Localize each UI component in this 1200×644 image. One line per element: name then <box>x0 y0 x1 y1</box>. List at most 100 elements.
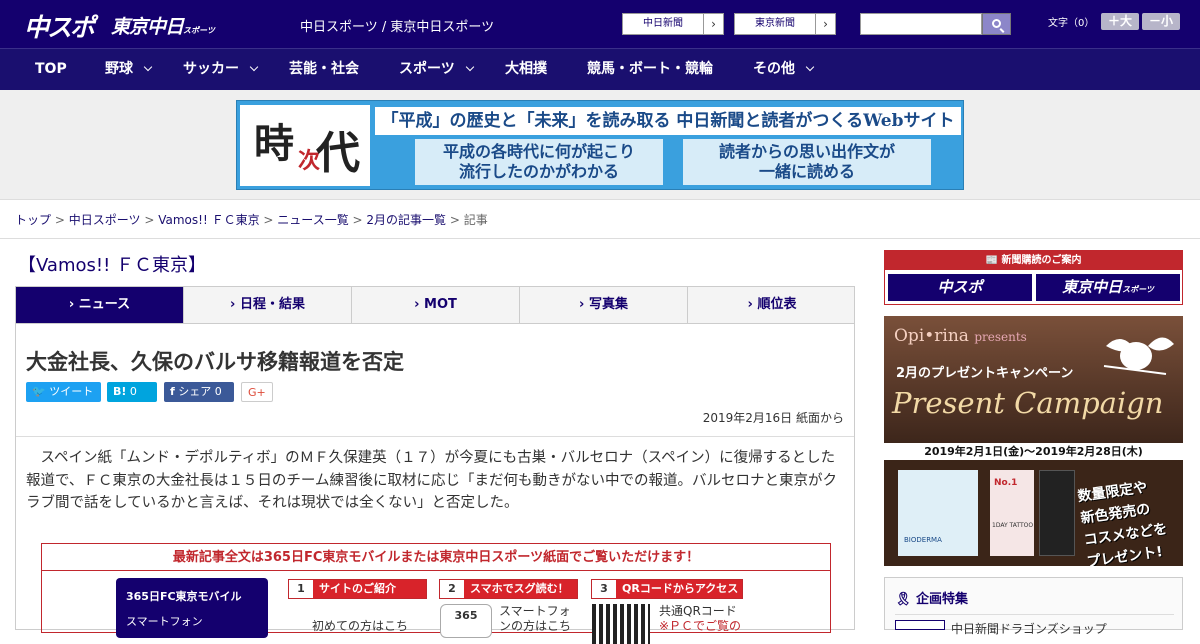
chevron-right-icon: › <box>703 14 723 34</box>
nav-item-sumo[interactable]: 大相撲 <box>505 49 547 91</box>
ad-products: BIODERMA No.1 1DAY TATTOO 数量限定や 新色発売の コスメ… <box>884 460 1183 566</box>
chevron-down-icon <box>805 62 815 72</box>
logo-chuspo[interactable]: 中スポ <box>24 8 95 44</box>
nav-item-label: その他 <box>753 61 795 77</box>
nav-item-other[interactable]: その他 <box>753 49 815 91</box>
step-1-link[interactable]: 初めての方はこち <box>312 619 408 634</box>
breadcrumb: トップ > 中日スポーツ > Vamos!! ＦＣ東京 > ニュース一覧 > 2… <box>15 211 488 228</box>
breadcrumb-separator: > <box>263 213 274 227</box>
banner-box-1: 平成の各時代に何が起こり 流行したのかがわかる <box>415 139 663 185</box>
nav-item-label: 芸能・社会 <box>289 61 359 77</box>
nav-item-entertainment[interactable]: 芸能・社会 <box>289 49 359 91</box>
breadcrumb-news-list[interactable]: ニュース一覧 <box>277 213 348 227</box>
ad-promo-text: 数量限定や 新色発売の コスメなどを プレゼント! <box>1076 475 1171 566</box>
qr-code-icon <box>592 604 650 644</box>
breadcrumb-chunichi-sports[interactable]: 中日スポーツ <box>69 213 141 227</box>
banner-area: 時 次 代 「平成」の歴史と「未来」を読み取る 中日新聞と読者がつくるWebサイ… <box>0 90 1200 200</box>
logo-tokyo-chunichi[interactable]: 東京中日スポーツ <box>111 12 215 39</box>
tab-label: 写真集 <box>588 297 628 312</box>
tab-news[interactable]: › ニュース <box>16 287 184 323</box>
feature-thumb <box>895 620 945 630</box>
chevron-right-icon: › <box>815 14 835 34</box>
site-header: 中スポ 東京中日スポーツ 中日スポーツ / 東京中日スポーツ 中日新聞 › 東京新… <box>0 0 1200 48</box>
search-button[interactable] <box>982 13 1011 35</box>
product-label: 1DAY TATTOO <box>992 522 1034 529</box>
product-bioderma: BIODERMA <box>898 470 978 556</box>
twitter-icon: 🐦 <box>32 385 46 398</box>
article-title: 大金社長、久保のバルサ移籍報道を否定 <box>26 350 404 374</box>
subscribe-chuspo[interactable]: 中スポ <box>888 274 1032 301</box>
nav-item-sports[interactable]: スポーツ <box>399 49 474 91</box>
logo-tokyo-small: スポーツ <box>183 26 215 35</box>
breadcrumb-separator: > <box>352 213 363 227</box>
jidai-banner[interactable]: 時 次 代 「平成」の歴史と「未来」を読み取る 中日新聞と読者がつくるWebサイ… <box>236 100 964 190</box>
section-title: 【Vamos!! ＦＣ東京】 <box>18 255 207 276</box>
breadcrumb-vamos[interactable]: Vamos!! ＦＣ東京 <box>158 213 259 227</box>
step-3-line: 共通QRコード <box>659 604 737 618</box>
nav-item-label: 大相撲 <box>505 61 547 77</box>
ribbon-icon: 🎗 <box>895 592 912 607</box>
hatena-button[interactable]: B! 0 <box>107 382 157 402</box>
step-label: サイトのご紹介 <box>319 582 396 595</box>
subscribe-banner[interactable]: 📰 新聞購読のご案内 中スポ 東京中日スポーツ <box>884 250 1183 305</box>
ad-date-range: 2019年2月1日(金)～2019年2月28日(木) <box>884 443 1183 460</box>
logo-tokyo-text: 東京中日 <box>111 16 184 38</box>
font-larger-button[interactable]: ＋大 <box>1101 13 1139 30</box>
banner-box-2: 読者からの思い出作文が 一緒に読める <box>683 139 931 185</box>
link-chunichi-shimbun[interactable]: 中日新聞 › <box>622 13 724 35</box>
nav-item-label: スポーツ <box>399 61 455 77</box>
search-icon <box>992 19 1001 28</box>
banner-box-line: 流行したのかがわかる <box>458 162 619 181</box>
mobile-promo-sub: スマートフォン <box>126 615 203 628</box>
mobile-promo-title: 365日FC東京モバイル <box>126 590 242 603</box>
tab-schedule[interactable]: › 日程・結果 <box>184 287 352 323</box>
facebook-icon: f <box>170 385 175 398</box>
step-2-line: ンの方はこち <box>499 619 572 633</box>
nav-item-racing[interactable]: 競馬・ボート・競輪 <box>587 49 713 91</box>
banner-headline: 「平成」の歴史と「未来」を読み取る 中日新聞と読者がつくるWebサイト <box>375 107 961 135</box>
site-name[interactable]: 中日スポーツ / 東京中日スポーツ <box>300 16 494 35</box>
nav-item-baseball[interactable]: 野球 <box>105 49 153 91</box>
link-tokyo-shimbun[interactable]: 東京新聞 › <box>734 13 836 35</box>
app-365-icon[interactable]: 365 <box>440 604 492 638</box>
divider <box>895 614 1174 615</box>
nav-item-label: 野球 <box>105 61 133 77</box>
tweet-button[interactable]: 🐦 ツイート <box>26 382 101 402</box>
ad-campaign-title: 2月のプレゼントキャンペーン <box>896 366 1074 381</box>
breadcrumb-current: 記事 <box>463 213 488 227</box>
chevron-down-icon <box>143 62 153 72</box>
subscribe-header: 📰 新聞購読のご案内 <box>885 251 1182 270</box>
font-smaller-button[interactable]: －小 <box>1142 13 1180 30</box>
mobile-promo-card[interactable]: 365日FC東京モバイル スマートフォン <box>116 578 268 638</box>
tweet-label: ツイート <box>49 385 94 398</box>
subscribe-header-label: 新聞購読のご案内 <box>1001 255 1082 266</box>
breadcrumb-feb-list[interactable]: 2月の記事一覧 <box>366 213 446 227</box>
feature-item-link[interactable]: 中日新聞ドラゴンズショップ <box>951 620 1107 637</box>
main-nav: TOP 野球 サッカー 芸能・社会 スポーツ 大相撲 競馬・ボート・競輪 その他 <box>0 48 1200 90</box>
nav-item-soccer[interactable]: サッカー <box>183 49 259 91</box>
banner-logo-char: 時 <box>254 120 294 167</box>
gplus-button[interactable]: G+ <box>241 382 273 402</box>
chevron-down-icon <box>465 62 474 72</box>
step-2-line: スマートフォ <box>499 604 571 618</box>
promo-headline: 最新記事全文は365日FC東京モバイルまたは東京中日スポーツ紙面でご覧いただけま… <box>42 544 830 571</box>
article: 大金社長、久保のバルサ移籍報道を否定 🐦 ツイート B! 0 f シェア 0 G… <box>15 324 855 644</box>
tab-mot[interactable]: › MOT <box>352 287 520 323</box>
step-number: 1 <box>289 580 313 598</box>
tab-photos[interactable]: › 写真集 <box>520 287 688 323</box>
product-tattoo: No.1 1DAY TATTOO <box>990 470 1034 556</box>
present-campaign-ad[interactable]: Opi•rina presents 2月のプレゼントキャンペーン Present… <box>884 316 1183 566</box>
tab-standings[interactable]: › 順位表 <box>688 287 856 323</box>
step-number: 2 <box>440 580 464 598</box>
hatena-count: 0 <box>129 385 137 398</box>
nav-item-label: 競馬・ボート・競輪 <box>587 61 713 77</box>
facebook-share-button[interactable]: f シェア 0 <box>164 382 234 402</box>
breadcrumb-top[interactable]: トップ <box>15 213 51 227</box>
subscribe-tokyo-chunichi[interactable]: 東京中日スポーツ <box>1036 274 1180 301</box>
link-chunichi-label: 中日新聞 <box>643 18 683 29</box>
step-label: スマホでスグ読む！ <box>470 582 569 595</box>
divider <box>0 238 1200 239</box>
search-input[interactable] <box>860 13 982 35</box>
nav-item-top[interactable]: TOP <box>35 49 67 91</box>
cupid-icon <box>1103 337 1174 375</box>
